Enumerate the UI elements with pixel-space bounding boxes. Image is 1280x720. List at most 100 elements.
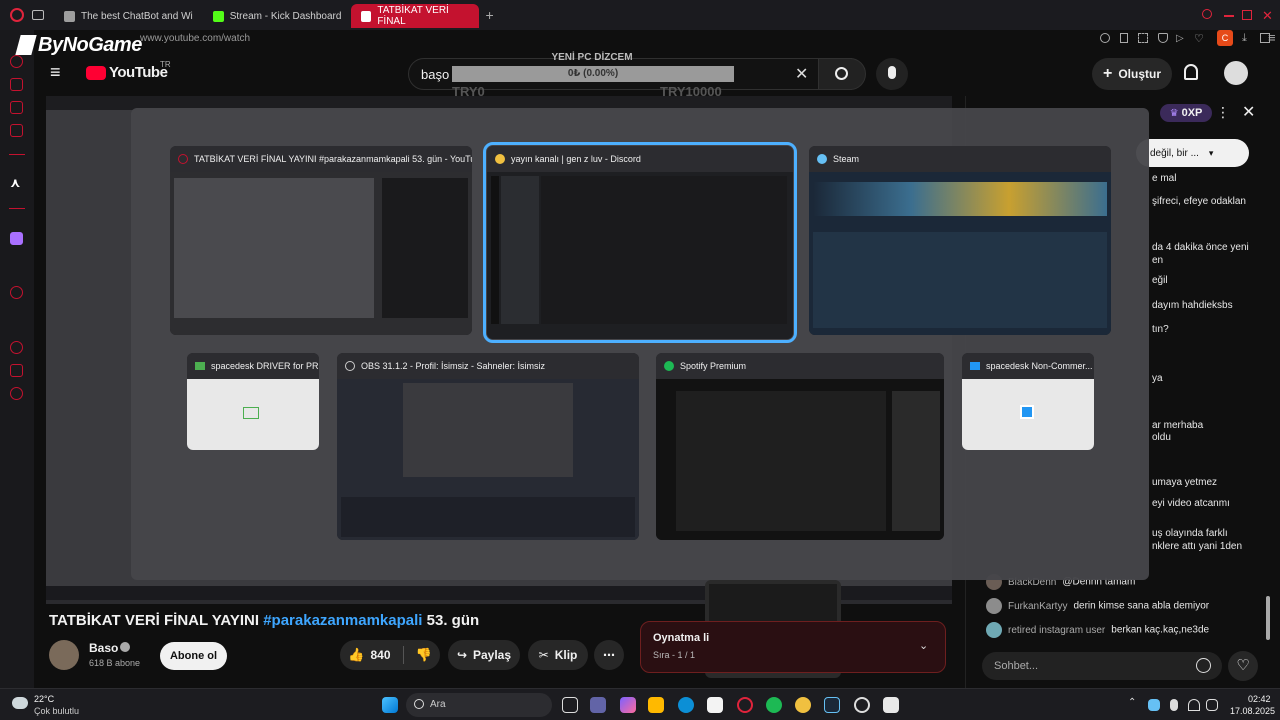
youtube-brand[interactable]: YouTube bbox=[109, 64, 168, 81]
file-explorer-icon[interactable] bbox=[648, 697, 664, 713]
send-icon[interactable]: ▷ bbox=[1176, 33, 1184, 44]
search-button[interactable] bbox=[818, 58, 866, 90]
zoom-icon[interactable] bbox=[1100, 33, 1110, 43]
playlist-panel[interactable]: Oynatma li Sıra - 1 / 1 ⌄ bbox=[640, 621, 946, 673]
share-button[interactable]: ↪ Paylaş bbox=[448, 640, 520, 670]
xp-badge[interactable]: ♛ 0XP bbox=[1160, 104, 1212, 122]
volume-icon[interactable] bbox=[1206, 699, 1218, 711]
extensions-sidebar-icon[interactable] bbox=[10, 364, 23, 377]
chevron-down-icon[interactable]: ⌄ bbox=[919, 639, 928, 652]
opera-taskbar-icon[interactable] bbox=[737, 697, 753, 713]
address-bar[interactable]: www.youtube.com/watch ▷ ♡ C ⤓ ≡ bbox=[34, 30, 1280, 50]
tray-overflow-icon[interactable]: ⌃ bbox=[1128, 697, 1136, 708]
switcher-window-spotify[interactable]: Spotify Premium bbox=[656, 353, 944, 540]
create-button[interactable]: + Oluştur bbox=[1092, 58, 1172, 90]
switcher-window-steam[interactable]: Steam bbox=[809, 146, 1111, 335]
clock-date[interactable]: 17.08.2025 bbox=[1230, 706, 1275, 716]
emoji-icon[interactable] bbox=[1196, 658, 1211, 673]
switcher-window-youtube[interactable]: TATBİKAT VERİ FİNAL YAYINI #parakazanmam… bbox=[170, 146, 472, 335]
chat-fragment: oldu bbox=[1152, 432, 1171, 443]
taskbar-search[interactable]: Ara bbox=[406, 693, 552, 717]
switcher-window-discord[interactable]: yayın kanalı | gen z luv - Discord bbox=[483, 142, 797, 343]
url-text[interactable]: www.youtube.com/watch bbox=[140, 33, 250, 44]
chat-scrollbar[interactable] bbox=[1266, 596, 1270, 640]
subscribe-button[interactable]: Abone ol bbox=[160, 642, 227, 670]
tab-kick[interactable]: Stream - Kick Dashboard bbox=[203, 4, 352, 28]
history-icon[interactable] bbox=[10, 341, 23, 354]
voice-search-button[interactable] bbox=[876, 58, 908, 90]
search-tabs-icon[interactable] bbox=[1202, 9, 1212, 19]
kick-sidebar-icon[interactable]: ⋏ bbox=[10, 175, 21, 191]
spacedesk-taskbar-icon[interactable] bbox=[883, 697, 899, 713]
instagram-icon[interactable] bbox=[10, 101, 23, 114]
obs-taskbar-icon[interactable] bbox=[854, 697, 870, 713]
chat-input[interactable]: Sohbet... bbox=[982, 652, 1222, 680]
heart-reaction-icon[interactable]: ♡ bbox=[1228, 651, 1258, 681]
user-avatar bbox=[986, 598, 1002, 614]
notifications-bell-icon[interactable] bbox=[1184, 64, 1198, 80]
maximize-icon[interactable] bbox=[1242, 10, 1252, 20]
messenger-icon[interactable] bbox=[10, 78, 23, 91]
settings-icon[interactable] bbox=[10, 387, 23, 400]
chat-username[interactable]: FurkanKartyy bbox=[1008, 601, 1067, 612]
weather-temp[interactable]: 22°C bbox=[34, 694, 54, 704]
donation-goal: YENİ PC DİZCEM 0₺ (0.00%) TRY0 TRY10000 bbox=[450, 52, 738, 102]
menu-icon[interactable]: ≡ bbox=[1268, 30, 1276, 45]
copilot-icon[interactable] bbox=[620, 697, 636, 713]
edge-icon[interactable] bbox=[678, 697, 694, 713]
switcher-window-spacedesk-noncommercial[interactable]: spacedesk Non-Commer... bbox=[962, 353, 1094, 450]
wifi-icon[interactable] bbox=[1188, 699, 1200, 711]
hashtag-link[interactable]: #parakazanmamkapali bbox=[263, 612, 422, 629]
mail-icon[interactable] bbox=[10, 124, 23, 137]
clip-button[interactable]: ✂ Klip bbox=[528, 640, 588, 670]
store-icon[interactable] bbox=[707, 697, 723, 713]
search-input[interactable]: başo bbox=[421, 67, 449, 82]
thumb-obs-docks bbox=[341, 497, 635, 537]
thumbs-down-icon[interactable]: 👎 bbox=[416, 647, 432, 663]
shield-icon[interactable] bbox=[1158, 33, 1168, 43]
microphone-tray-icon[interactable] bbox=[1170, 699, 1178, 711]
channel-avatar[interactable] bbox=[49, 640, 79, 670]
thumb-discord-server-list bbox=[491, 176, 499, 324]
chat-more-icon[interactable]: ⋮ bbox=[1216, 104, 1230, 121]
channel-name[interactable]: Baso bbox=[89, 641, 118, 655]
pin-icon[interactable] bbox=[1120, 33, 1128, 43]
chat-close-icon[interactable]: ✕ bbox=[1242, 102, 1255, 122]
player-icon[interactable] bbox=[10, 286, 23, 299]
opera-logo-icon[interactable] bbox=[10, 8, 24, 22]
youtube-logo-icon[interactable] bbox=[86, 66, 106, 80]
heart-icon[interactable]: ♡ bbox=[1194, 32, 1204, 45]
switcher-window-obs[interactable]: OBS 31.1.2 - Profil: İsimsiz - Sahneler:… bbox=[337, 353, 639, 540]
tray-app-icon[interactable] bbox=[1148, 699, 1160, 711]
chat-bubble[interactable]: değil, bir ... ▾ bbox=[1136, 139, 1249, 167]
start-menu-icon[interactable] bbox=[382, 697, 398, 713]
close-window-icon[interactable]: ✕ bbox=[1262, 8, 1273, 24]
like-button[interactable]: 👍 840 bbox=[348, 647, 390, 663]
switcher-window-spacedesk-driver[interactable]: spacedesk DRIVER for PR... bbox=[187, 353, 319, 450]
obs-icon bbox=[345, 361, 355, 371]
account-avatar[interactable] bbox=[1224, 61, 1248, 85]
new-tab-button[interactable]: + bbox=[485, 7, 493, 23]
microphone-icon bbox=[888, 66, 896, 79]
minimize-icon[interactable] bbox=[1224, 15, 1234, 17]
tab-chatbot[interactable]: The best ChatBot and Wi bbox=[54, 4, 203, 28]
weather-icon[interactable] bbox=[12, 697, 28, 709]
tab-youtube[interactable]: TATBİKAT VERİ FİNAL bbox=[351, 4, 480, 28]
clock-time[interactable]: 02:42 bbox=[1248, 694, 1271, 704]
chat-username[interactable]: retired instagram user bbox=[1008, 625, 1105, 636]
clear-search-icon[interactable]: ✕ bbox=[795, 64, 808, 84]
chat-fragment: eğil bbox=[1152, 275, 1168, 286]
more-actions-button[interactable]: ⋯ bbox=[594, 640, 624, 670]
twitch-icon[interactable] bbox=[10, 232, 23, 245]
download-icon[interactable]: ⤓ bbox=[1242, 32, 1247, 45]
steam-taskbar-icon[interactable] bbox=[824, 697, 840, 713]
spotify-taskbar-icon[interactable] bbox=[766, 697, 782, 713]
screenshot-icon[interactable] bbox=[1138, 33, 1148, 43]
discord-taskbar-icon[interactable] bbox=[795, 697, 811, 713]
teams-icon[interactable] bbox=[590, 697, 606, 713]
profile-avatar[interactable]: C bbox=[1217, 30, 1233, 46]
hamburger-menu-icon[interactable]: ≡ bbox=[50, 62, 61, 83]
video-title: TATBİKAT VERİ FİNAL YAYINI #parakazanmam… bbox=[49, 612, 480, 629]
tab-list-icon[interactable] bbox=[32, 10, 44, 20]
task-view-icon[interactable] bbox=[562, 697, 578, 713]
